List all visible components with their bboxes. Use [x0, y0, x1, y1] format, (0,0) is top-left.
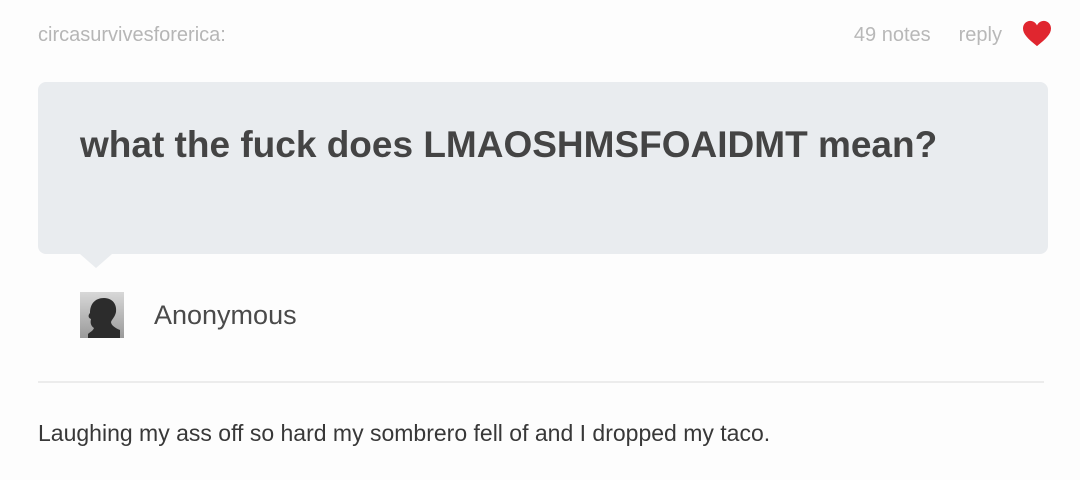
notes-count-link[interactable]: 49 notes [854, 24, 931, 47]
answer-text: Laughing my ass off so hard my sombrero … [38, 420, 771, 446]
divider [38, 381, 1044, 383]
question-text: what the fuck does LMAOSHMSFOAIDMT mean? [80, 124, 938, 165]
asker-info: Anonymous [80, 290, 297, 340]
anonymous-avatar-icon[interactable] [80, 292, 124, 338]
ask-post: circasurvivesforerica: 49 notes reply wh… [0, 0, 1080, 480]
question-bubble: what the fuck does LMAOSHMSFOAIDMT mean? [38, 82, 1048, 254]
username-link[interactable]: circasurvivesforerica: [38, 24, 226, 47]
reply-button[interactable]: reply [959, 24, 1002, 47]
bubble-tail [80, 254, 112, 268]
post-meta: 49 notes reply [854, 20, 1052, 48]
heart-icon[interactable] [1022, 20, 1052, 48]
asker-name: Anonymous [154, 299, 297, 330]
post-header: circasurvivesforerica: 49 notes reply [38, 20, 1052, 52]
